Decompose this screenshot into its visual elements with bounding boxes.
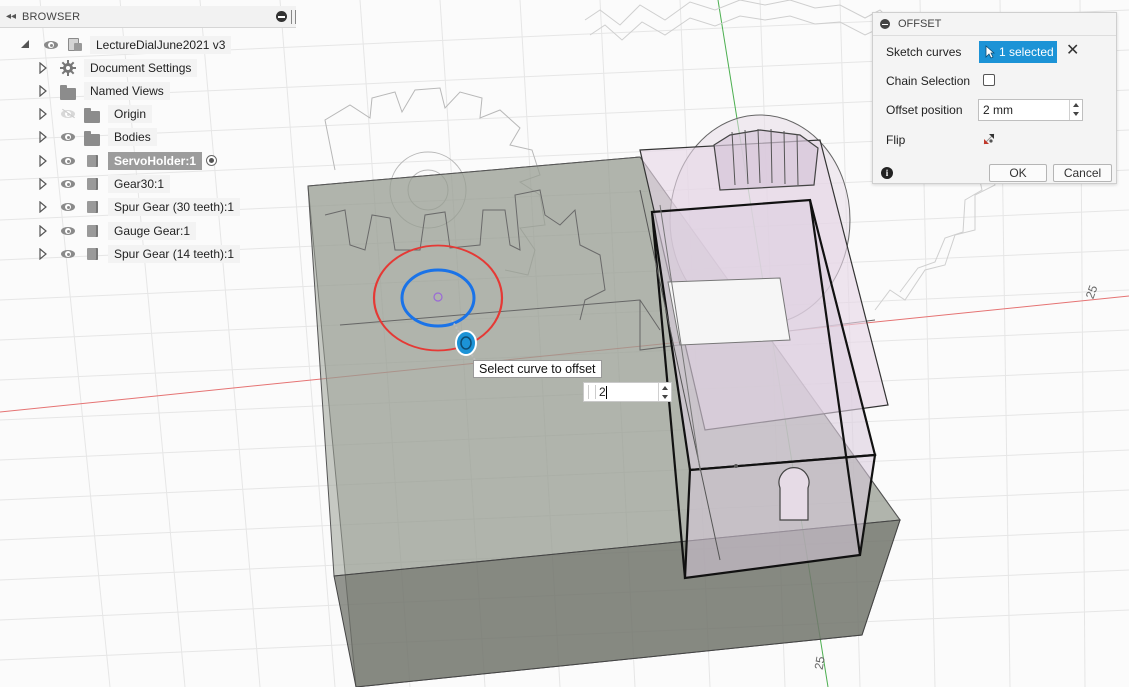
browser-item-label: Origin [108,105,153,123]
expand-right-icon[interactable] [38,130,50,144]
expand-right-icon[interactable] [38,154,50,168]
ok-button[interactable]: OK [989,164,1047,182]
gear-icon [60,60,76,79]
component-icon [87,225,98,237]
browser-minimize-icon[interactable] [276,11,287,22]
browser-item-label: Spur Gear (14 teeth):1 [108,245,241,263]
visibility-eye-icon[interactable] [61,132,77,142]
browser-panel: ◂◂ BROWSER LectureDialJune2021 v3 Docume… [0,6,296,274]
browser-item-label: Bodies [108,128,157,146]
offset-dialog: OFFSET Sketch curves 1 selected ✕ Chain … [872,12,1117,184]
component-icon [87,248,98,260]
canvas-offset-input[interactable]: 2 [583,382,672,402]
chain-selection-checkbox[interactable] [983,74,995,86]
collapse-panel-icon[interactable]: ◂◂ [0,11,22,22]
document-icon [68,38,82,51]
browser-item-label: Gear30:1 [108,175,171,193]
offset-dialog-title: OFFSET [898,18,942,30]
folder-icon [84,108,100,123]
chain-selection-label: Chain Selection [886,74,971,88]
browser-item-label: Named Views [84,82,170,100]
component-icon [87,178,98,190]
expand-right-icon[interactable] [38,200,50,214]
flip-label: Flip [886,133,906,147]
component-icon [87,155,98,167]
expand-right-icon[interactable] [38,61,50,75]
expand-right-icon[interactable] [38,107,50,121]
drag-grip-icon[interactable] [588,385,596,399]
visibility-eye-icon[interactable] [61,226,77,236]
folder-icon [60,85,76,100]
visibility-eye-off-icon[interactable] [61,109,77,119]
activate-component-radio[interactable] [206,155,217,166]
browser-item-label-active: ServoHolder:1 [108,152,203,170]
offset-position-value: 2 mm [983,103,1013,117]
browser-title: BROWSER [22,10,81,23]
selected-count-label: 1 selected [999,45,1054,59]
browser-root-label: LectureDialJune2021 v3 [90,36,232,54]
expand-right-icon[interactable] [38,177,50,191]
expand-right-icon[interactable] [38,84,50,98]
offset-position-input[interactable]: 2 mm [978,99,1083,121]
expand-down-icon[interactable] [20,38,32,50]
visibility-eye-icon[interactable] [61,156,77,166]
browser-item-label: Spur Gear (30 teeth):1 [108,198,241,216]
browser-item-label: Document Settings [84,59,198,77]
offset-position-stepper[interactable] [1069,100,1082,120]
select-curve-tooltip: Select curve to offset [473,360,602,378]
browser-header: ◂◂ BROWSER [0,6,296,28]
cursor-arrow-icon [985,45,995,59]
visibility-eye-icon[interactable] [61,179,77,189]
visibility-eye-icon[interactable] [44,40,60,50]
browser-resize-handle[interactable] [291,10,296,24]
text-caret [606,386,607,399]
offset-dialog-header[interactable]: OFFSET [873,13,1116,36]
expand-right-icon[interactable] [38,224,50,238]
canvas-offset-stepper[interactable] [658,383,671,401]
browser-item-label: Gauge Gear:1 [108,222,197,240]
dialog-collapse-icon[interactable] [880,19,890,29]
offset-position-label: Offset position [886,103,963,117]
sketch-curves-selection-button[interactable]: 1 selected [979,41,1057,63]
cancel-button[interactable]: Cancel [1053,164,1112,182]
flip-icon[interactable] [982,132,996,146]
folder-icon [84,131,100,146]
clear-selection-icon[interactable]: ✕ [1066,43,1079,59]
info-icon[interactable]: i [881,167,893,179]
component-icon [87,201,98,213]
expand-right-icon[interactable] [38,247,50,261]
sketch-curves-label: Sketch curves [886,45,962,59]
visibility-eye-icon[interactable] [61,249,77,259]
visibility-eye-icon[interactable] [61,202,77,212]
canvas-offset-value: 2 [599,385,606,399]
axis-label-bottom: 25 [811,655,828,671]
